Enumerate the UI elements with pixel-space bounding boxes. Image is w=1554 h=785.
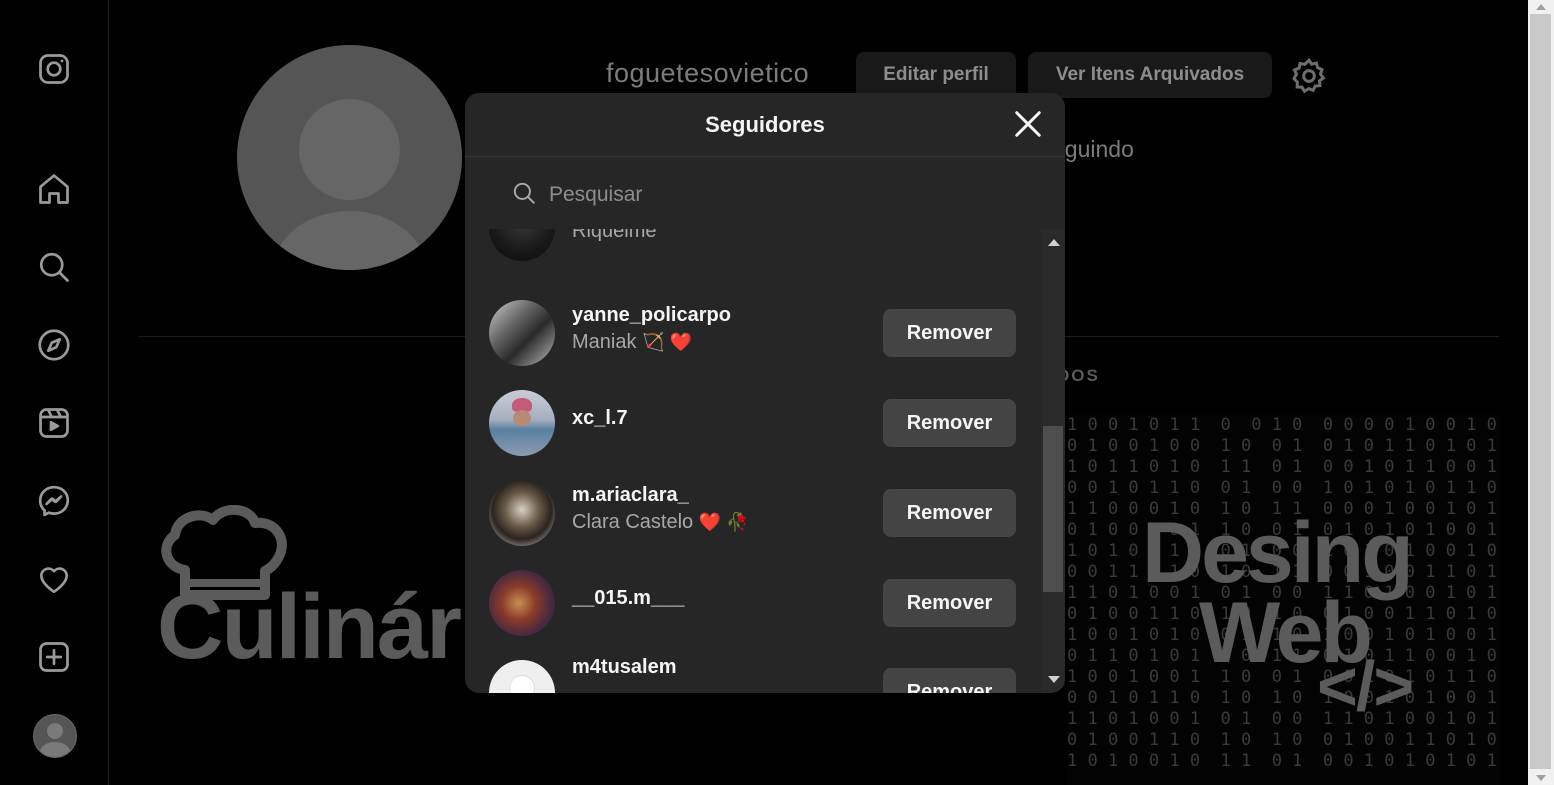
avatar[interactable] (489, 390, 555, 456)
profile-avatar[interactable] (237, 45, 462, 270)
follower-username[interactable]: yanne_policarpo (572, 304, 731, 327)
remove-button[interactable]: Remover (883, 399, 1016, 447)
search-icon[interactable] (34, 247, 74, 287)
page-scrollbar[interactable] (1528, 0, 1554, 785)
edit-profile-button[interactable]: Editar perfil (856, 52, 1016, 98)
code-symbol: </> (1317, 647, 1414, 725)
list-item: m.ariaclara_ Clara Castelo ❤️ 🥀 Remover (465, 468, 1040, 558)
sidebar (0, 0, 109, 785)
profile-avatar-small[interactable] (33, 714, 77, 758)
home-icon[interactable] (34, 169, 74, 209)
profile-username: foguetesovietico (606, 58, 810, 88)
scroll-up-icon[interactable] (1048, 239, 1060, 246)
list-item: yanne_policarpo Maniak 🏹 ❤️ Remover (465, 288, 1040, 378)
modal-scrollbar[interactable] (1041, 229, 1065, 693)
remove-button[interactable]: Remover (883, 309, 1016, 357)
post-desing-web[interactable]: 1 0 0 1 0 1 1 0 0 1 0 0 0 0 0 1 0 0 1 0 … (1067, 415, 1500, 785)
avatar[interactable] (489, 300, 555, 366)
modal-header: Seguidores (465, 93, 1065, 157)
list-item: m4tusalem Remover (465, 648, 1040, 693)
heart-icon[interactable] (34, 559, 74, 599)
search-icon (511, 180, 537, 211)
create-icon[interactable] (34, 637, 74, 677)
follower-username[interactable]: m.ariaclara_ (572, 484, 689, 507)
post-logo-text: Culinár (157, 576, 462, 678)
follower-name: Riquelme (572, 229, 657, 242)
explore-icon[interactable] (34, 325, 74, 365)
messenger-icon[interactable] (34, 481, 74, 521)
list-item: __015.m___ Remover (465, 558, 1040, 648)
scroll-thumb[interactable] (1043, 426, 1063, 592)
reels-icon[interactable] (34, 403, 74, 443)
follower-username[interactable]: m4tusalem (572, 656, 677, 679)
remove-button[interactable]: Remover (883, 579, 1016, 627)
gear-icon[interactable] (1289, 56, 1329, 96)
view-archive-button[interactable]: Ver Itens Arquivados (1028, 52, 1272, 98)
scroll-down-icon[interactable] (1048, 676, 1060, 683)
search-input[interactable] (547, 182, 951, 208)
avatar[interactable] (489, 660, 555, 693)
avatar[interactable] (489, 570, 555, 636)
follower-username[interactable]: xc_l.7 (572, 407, 628, 430)
follower-name: Maniak 🏹 ❤️ (572, 331, 692, 353)
list-item: xc_l.7 Remover (465, 378, 1040, 468)
search-bar (511, 177, 951, 213)
close-icon[interactable] (1013, 109, 1043, 139)
avatar[interactable] (489, 229, 555, 261)
remove-button[interactable]: Remover (883, 489, 1016, 537)
followers-list: rikelme7 Riquelme Remover yanne_policarp… (465, 229, 1040, 693)
list-item: rikelme7 Riquelme Remover (465, 229, 1040, 273)
modal-title: Seguidores (705, 111, 825, 137)
follower-username[interactable]: __015.m___ (572, 587, 684, 610)
instagram-icon[interactable] (34, 49, 74, 89)
follower-name: Clara Castelo ❤️ 🥀 (572, 511, 749, 533)
followers-modal: Seguidores rikelme7 Riquelme Remover yan… (465, 93, 1065, 693)
remove-button[interactable]: Remover (883, 668, 1016, 693)
avatar[interactable] (489, 480, 555, 546)
post-logo-line1: Desing (1142, 505, 1414, 601)
